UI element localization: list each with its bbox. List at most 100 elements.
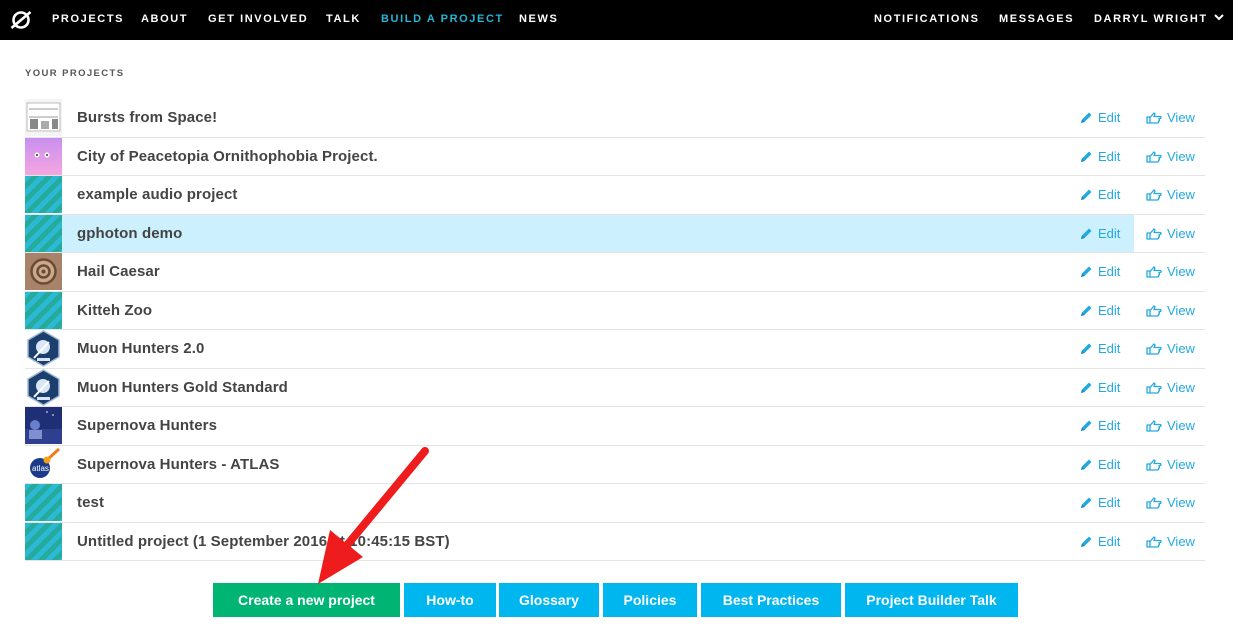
project-row: Kitteh Zoo Edit View xyxy=(25,291,1205,330)
nav-link-build-a-project[interactable]: BUILD A PROJECT xyxy=(381,13,504,25)
edit-label: Edit xyxy=(1098,264,1121,279)
edit-project-link[interactable]: Edit xyxy=(1080,226,1120,241)
edit-project-link[interactable]: Edit xyxy=(1080,380,1120,395)
edit-project-link[interactable]: Edit xyxy=(1080,187,1120,202)
view-label: View xyxy=(1167,379,1195,395)
project-name[interactable]: Muon Hunters 2.0 xyxy=(77,340,204,357)
view-project-link[interactable]: View xyxy=(1146,226,1195,241)
project-name[interactable]: example audio project xyxy=(77,186,237,203)
edit-project-link[interactable]: Edit xyxy=(1080,264,1120,279)
view-label: View xyxy=(1167,225,1195,241)
nav-link-news[interactable]: NEWS xyxy=(519,13,558,25)
view-label: View xyxy=(1167,418,1195,433)
best-practices-button[interactable]: Best Practices xyxy=(701,583,841,617)
how-to-button[interactable]: How-to xyxy=(404,583,496,617)
view-project-link[interactable]: View xyxy=(1146,457,1195,472)
edit-project-link[interactable]: Edit xyxy=(1080,418,1120,433)
edit-label: Edit xyxy=(1098,456,1121,472)
hand-pointer-icon xyxy=(1146,112,1162,124)
hand-pointer-icon xyxy=(1146,150,1162,163)
view-label: View xyxy=(1167,148,1195,164)
view-project-link[interactable]: View xyxy=(1146,534,1195,549)
pencil-icon xyxy=(1081,536,1092,547)
project-row: Bursts from Space! Edit View xyxy=(25,99,1205,138)
project-avatar: atlas xyxy=(25,445,62,483)
project-name[interactable]: Bursts from Space! xyxy=(77,109,217,126)
edit-project-link[interactable]: Edit xyxy=(1080,303,1120,318)
project-name[interactable]: Untitled project (1 September 2016 at 10… xyxy=(77,533,450,550)
edit-project-link[interactable]: Edit xyxy=(1080,149,1120,164)
edit-project-link[interactable]: Edit xyxy=(1080,457,1120,472)
hand-pointer-icon xyxy=(1146,343,1162,355)
pencil-icon xyxy=(1081,382,1092,393)
project-name[interactable]: Supernova Hunters xyxy=(77,417,217,434)
project-avatar xyxy=(25,368,62,406)
row-highlight xyxy=(25,214,1134,252)
view-label: View xyxy=(1167,456,1195,472)
project-name[interactable]: City of Peacetopia Ornithophobia Project… xyxy=(77,148,378,165)
nav-link-talk[interactable]: TALK xyxy=(326,13,361,25)
project-avatar xyxy=(25,176,62,213)
view-project-link[interactable]: View xyxy=(1146,495,1195,510)
project-avatar xyxy=(25,291,62,329)
account-menu[interactable]: DARRYL WRIGHT xyxy=(1094,13,1224,25)
nav-link-messages[interactable]: MESSAGES xyxy=(999,13,1074,25)
project-name[interactable]: Kitteh Zoo xyxy=(77,302,152,319)
edit-project-link[interactable]: Edit xyxy=(1080,534,1120,549)
view-project-link[interactable]: View xyxy=(1146,149,1195,164)
edit-label: Edit xyxy=(1098,379,1121,395)
project-row: test Edit View xyxy=(25,484,1205,523)
top-navigation: PROJECTS ABOUT GET INVOLVED TALK BUILD A… xyxy=(0,0,1233,40)
view-project-link[interactable]: View xyxy=(1146,418,1195,433)
account-name: DARRYL WRIGHT xyxy=(1094,13,1208,25)
hand-pointer-icon xyxy=(1146,497,1162,509)
nav-link-about[interactable]: ABOUT xyxy=(141,13,188,25)
project-avatar xyxy=(25,214,62,252)
edit-label: Edit xyxy=(1098,533,1121,549)
hand-pointer-icon xyxy=(1146,535,1162,548)
view-label: View xyxy=(1167,533,1195,549)
your-projects-heading: YOUR PROJECTS xyxy=(25,68,125,79)
project-builder-talk-button[interactable]: Project Builder Talk xyxy=(845,583,1018,617)
pencil-icon xyxy=(1081,459,1092,470)
project-name[interactable]: Hail Caesar xyxy=(77,263,160,280)
edit-project-link[interactable]: Edit xyxy=(1080,110,1120,125)
glossary-button[interactable]: Glossary xyxy=(499,583,599,617)
project-list: Bursts from Space! Edit View City of Peacet… xyxy=(25,99,1205,561)
view-project-link[interactable]: View xyxy=(1146,341,1195,356)
project-name[interactable]: Supernova Hunters - ATLAS xyxy=(77,456,280,473)
pencil-icon xyxy=(1081,266,1092,277)
view-project-link[interactable]: View xyxy=(1146,110,1195,125)
zooniverse-logo-icon[interactable] xyxy=(10,9,32,31)
project-row: Muon Hunters 2.0 Edit View xyxy=(25,330,1205,369)
project-name[interactable]: gphoton demo xyxy=(77,225,182,242)
view-project-link[interactable]: View xyxy=(1146,264,1195,279)
create-new-project-button[interactable]: Create a new project xyxy=(213,583,400,617)
pencil-icon xyxy=(1081,151,1092,162)
view-project-link[interactable]: View xyxy=(1146,380,1195,395)
hand-pointer-icon xyxy=(1146,420,1162,432)
nav-link-projects[interactable]: PROJECTS xyxy=(52,13,124,25)
pencil-icon xyxy=(1081,305,1092,316)
edit-label: Edit xyxy=(1098,225,1121,241)
edit-label: Edit xyxy=(1098,418,1121,433)
project-name[interactable]: Muon Hunters Gold Standard xyxy=(77,379,288,396)
policies-button[interactable]: Policies xyxy=(603,583,697,617)
view-project-link[interactable]: View xyxy=(1146,187,1195,202)
pencil-icon xyxy=(1081,420,1092,431)
project-row: Supernova Hunters Edit View xyxy=(25,407,1205,446)
project-avatar xyxy=(25,407,62,444)
view-label: View xyxy=(1167,264,1195,279)
view-label: View xyxy=(1167,302,1195,318)
pencil-icon xyxy=(1081,112,1092,123)
edit-project-link[interactable]: Edit xyxy=(1080,341,1120,356)
nav-link-get-involved[interactable]: GET INVOLVED xyxy=(208,13,308,25)
pencil-icon xyxy=(1081,497,1092,508)
pencil-icon xyxy=(1081,228,1092,239)
nav-link-notifications[interactable]: NOTIFICATIONS xyxy=(874,13,980,25)
hand-pointer-icon xyxy=(1146,304,1162,317)
project-name[interactable]: test xyxy=(77,494,104,511)
view-project-link[interactable]: View xyxy=(1146,303,1195,318)
hand-pointer-icon xyxy=(1146,266,1162,278)
edit-project-link[interactable]: Edit xyxy=(1080,495,1120,510)
